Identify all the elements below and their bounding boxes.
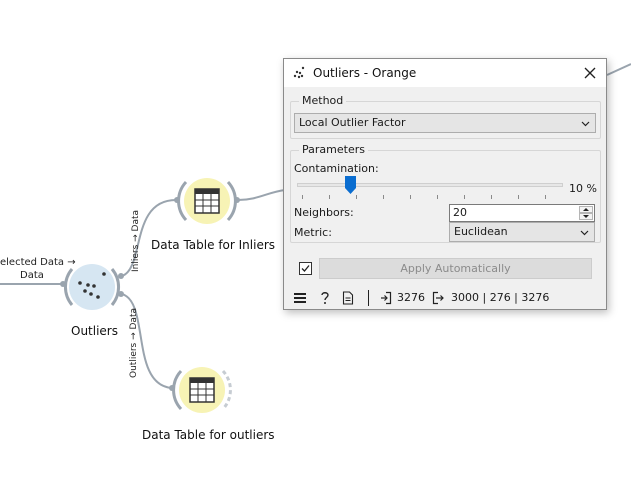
outliers-link-label: Outliers → Data [129,308,139,378]
dialog-title: Outliers - Orange [313,66,417,80]
slider-tick [518,195,519,199]
apply-automatically-button[interactable]: Apply Automatically [319,258,592,279]
neighbors-spinbox[interactable]: 20 [449,204,595,222]
slider-tick [545,195,546,199]
table-icon [189,377,215,403]
method-group-title: Method [299,94,347,107]
close-button[interactable] [580,63,600,83]
status-separator [368,290,369,306]
slider-tick [437,195,438,199]
outliers-node[interactable] [60,264,124,310]
chevron-down-icon [581,121,590,127]
neighbors-label: Neighbors: [294,206,354,219]
metric-label: Metric: [294,226,332,239]
table-icon [194,188,220,214]
outliers-dialog[interactable]: Outliers - Orange Method Local Outlier F… [283,58,607,310]
checkmark-icon [301,265,310,272]
report-button[interactable] [342,290,354,306]
slider-tick [464,195,465,199]
output-counts: 3000 | 276 | 3276 [451,291,550,304]
input-link-label-line1: elected Data → [0,257,76,268]
metric-select[interactable]: Euclidean [449,222,595,242]
chevron-up-icon [583,208,589,211]
inliers-link-label: Inliers → Data [131,209,141,272]
slider-tick [356,195,357,199]
outliers-node-label: Outliers [71,324,118,338]
slider-tick [491,195,492,199]
contamination-slider-track[interactable] [297,183,563,187]
slider-tick [329,195,330,199]
status-bar: 3276 3000 | 276 | 3276 [284,287,606,309]
outliers-app-icon [293,66,305,79]
data-table-outliers-label: Data Table for outliers [142,428,275,442]
input-link-label-line2: Data [20,270,44,281]
slider-tick [302,195,303,199]
chevron-down-icon [580,230,589,236]
menu-button[interactable] [294,290,308,306]
contamination-label: Contamination: [294,162,379,175]
data-table-inliers-node[interactable] [174,178,240,224]
output-summary: 3000 | 276 | 3276 [432,290,552,306]
neighbors-value: 20 [453,206,467,219]
input-count: 3276 [397,291,425,304]
spin-up-button[interactable] [579,206,593,213]
help-icon [321,292,329,304]
spin-down-button[interactable] [579,213,593,220]
contamination-value: 10 % [569,182,597,195]
method-select[interactable]: Local Outlier Factor [294,113,596,133]
input-summary: 3276 [380,290,440,306]
parameters-group-title: Parameters [299,143,368,156]
data-table-inliers-label: Data Table for Inliers [151,238,276,252]
metric-selected-value: Euclidean [454,225,508,238]
output-icon [432,291,444,305]
slider-tick [383,195,384,199]
input-icon [381,291,392,305]
hamburger-menu-icon [294,293,306,303]
method-selected-value: Local Outlier Factor [299,116,406,129]
link-offscreen-right[interactable] [606,63,631,76]
contamination-slider-handle[interactable] [344,176,356,194]
data-table-outliers-node[interactable] [169,367,232,413]
dialog-titlebar[interactable]: Outliers - Orange [284,59,606,87]
chevron-down-icon [583,215,589,218]
help-button[interactable] [319,290,331,306]
link-inliers-table-to-dialog[interactable] [237,189,286,201]
close-icon [584,67,596,79]
report-document-icon [342,291,354,305]
slider-tick [410,195,411,199]
apply-automatically-checkbox[interactable] [299,262,312,275]
